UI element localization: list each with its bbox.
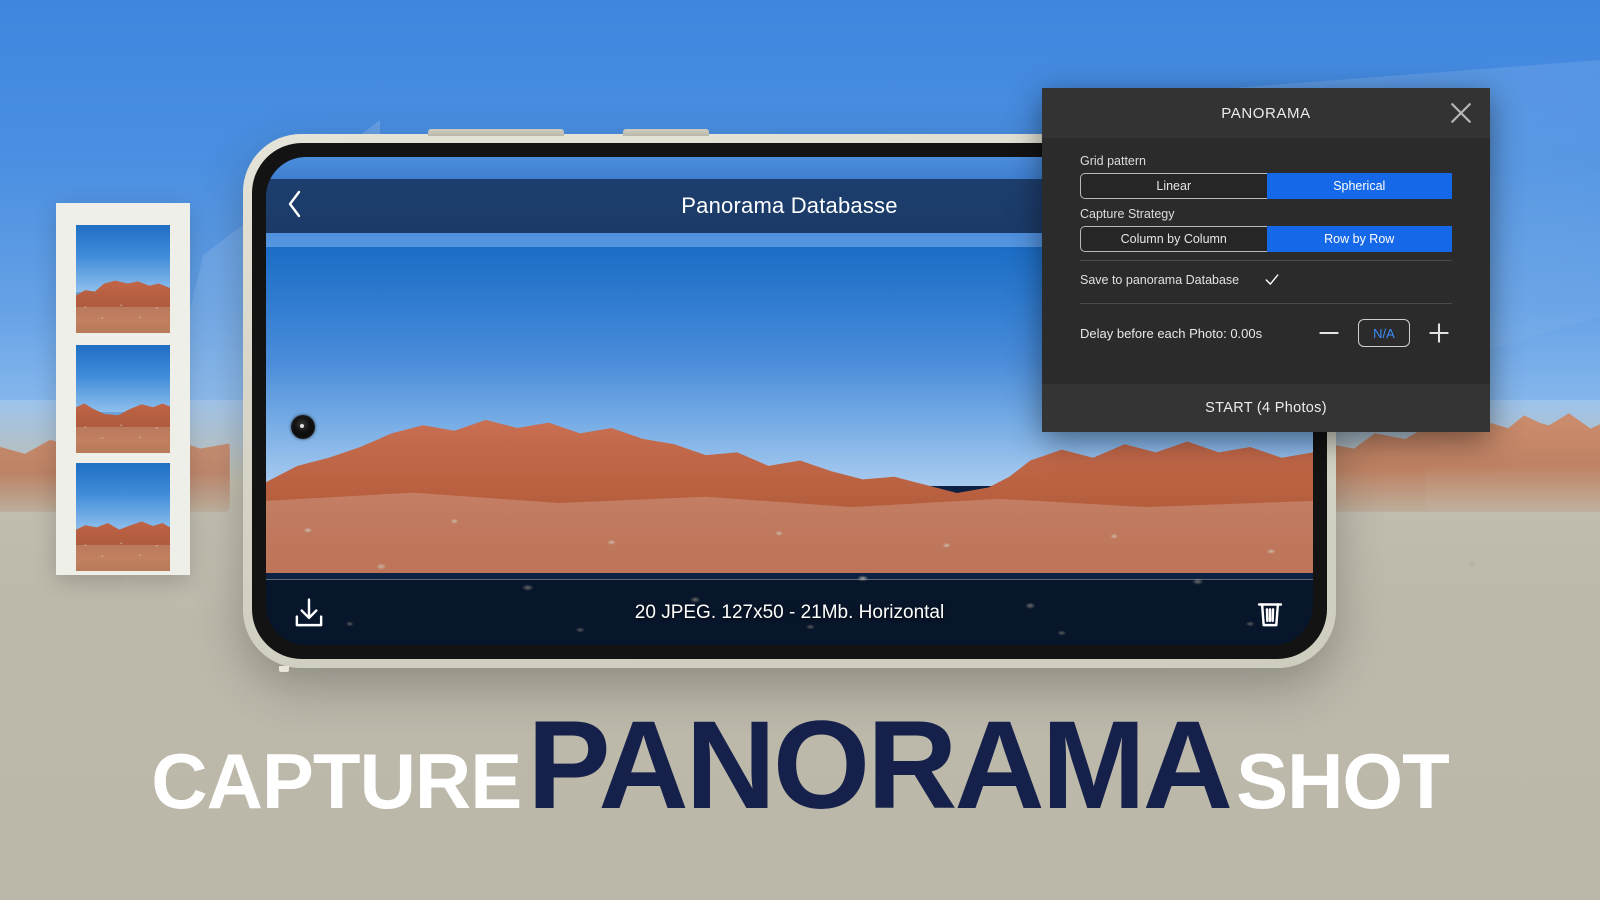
- headline-word-capture: CAPTURE: [151, 737, 522, 825]
- photo-sky: [76, 463, 170, 530]
- divider-bottom: [1080, 303, 1452, 304]
- photo-speckle: [76, 296, 170, 333]
- start-button-label: START (4 Photos): [1205, 400, 1327, 416]
- capture-strategy-option-column[interactable]: Column by Column: [1080, 226, 1267, 252]
- photo-sky: [76, 345, 170, 412]
- save-to-database-row[interactable]: Save to panorama Database: [1080, 263, 1452, 297]
- checkmark-icon[interactable]: [1263, 271, 1281, 289]
- filmstrip-photo-1: [76, 225, 170, 333]
- headline-word-panorama: PANORAMA: [527, 696, 1233, 835]
- delay-controls: N/A: [1316, 319, 1452, 347]
- delay-label: Delay before each Photo: 0.00s: [1080, 325, 1263, 341]
- minus-icon[interactable]: [1316, 320, 1342, 346]
- delay-value-field[interactable]: N/A: [1358, 319, 1410, 347]
- photo-sky: [76, 225, 170, 292]
- dialog-header: PANORAMA: [1042, 88, 1490, 138]
- capture-strategy-option-row[interactable]: Row by Row: [1266, 226, 1452, 252]
- divider-top: [1080, 260, 1452, 261]
- photo-status-text: 20 JPEG. 127x50 - 21Mb. Horizontal: [634, 601, 945, 623]
- trash-icon[interactable]: [1253, 596, 1287, 630]
- photo-speckle: [76, 416, 170, 453]
- photo-filmstrip: [56, 203, 190, 575]
- start-button[interactable]: START (4 Photos): [1042, 384, 1490, 432]
- power-button[interactable]: [623, 129, 709, 136]
- plus-icon[interactable]: [1426, 320, 1452, 346]
- panorama-settings-dialog: PANORAMA Grid pattern Linear Spherical C…: [1042, 88, 1490, 432]
- photo-speckle: [76, 534, 170, 571]
- grid-pattern-option-linear[interactable]: Linear: [1080, 173, 1267, 199]
- download-icon[interactable]: [292, 596, 326, 630]
- filmstrip-photo-2: [76, 345, 170, 453]
- filmstrip-photo-3: [76, 463, 170, 571]
- headline-word-shot: SHOT: [1236, 737, 1450, 825]
- grid-pattern-option-spherical[interactable]: Spherical: [1266, 173, 1452, 199]
- dialog-body: Grid pattern Linear Spherical Capture St…: [1042, 138, 1490, 360]
- save-to-database-label: Save to panorama Database: [1080, 273, 1240, 287]
- capture-strategy-label: Capture Strategy: [1080, 207, 1175, 221]
- dialog-title: PANORAMA: [1221, 104, 1311, 122]
- close-icon[interactable]: [1446, 98, 1476, 128]
- promo-headline: CAPTURE PANORAMA SHOT: [0, 694, 1600, 837]
- grid-pattern-label: Grid pattern: [1080, 154, 1147, 168]
- capture-strategy-segmented-control: Column by Column Row by Row: [1080, 226, 1452, 252]
- front-camera-punch-hole: [291, 415, 315, 439]
- volume-button[interactable]: [428, 129, 564, 136]
- app-bottom-bar: 20 JPEG. 127x50 - 21Mb. Horizontal: [266, 579, 1313, 645]
- grid-pattern-segmented-control: Linear Spherical: [1080, 173, 1452, 199]
- delay-row: Delay before each Photo: 0.00s N/A: [1080, 306, 1452, 360]
- promo-stage: Panorama Databasse 20 JPEG. 127x50 - 21M…: [0, 0, 1600, 900]
- phone-bottom-port: [279, 666, 289, 672]
